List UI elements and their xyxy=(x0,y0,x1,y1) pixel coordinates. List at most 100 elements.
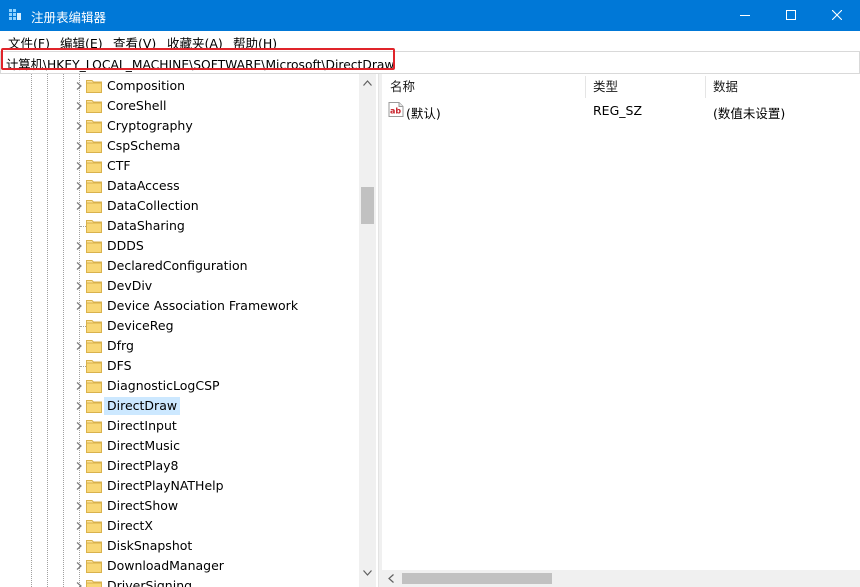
tree-item[interactable]: DownloadManager xyxy=(0,556,360,576)
chevron-right-icon[interactable] xyxy=(74,341,84,351)
value-data: (数值未设置) xyxy=(713,106,786,121)
chevron-right-icon[interactable] xyxy=(74,461,84,471)
chevron-right-icon[interactable] xyxy=(74,281,84,291)
chevron-right-icon[interactable] xyxy=(74,101,84,111)
folder-icon xyxy=(86,240,102,253)
folder-icon xyxy=(86,140,102,153)
tree-item[interactable]: Composition xyxy=(0,76,360,96)
tree-item[interactable]: CspSchema xyxy=(0,136,360,156)
chevron-right-icon[interactable] xyxy=(74,141,84,151)
chevron-right-icon[interactable] xyxy=(74,541,84,551)
tree-item[interactable]: DirectPlayNATHelp xyxy=(0,476,360,496)
chevron-right-icon[interactable] xyxy=(74,241,84,251)
tree-item[interactable]: DataAccess xyxy=(0,176,360,196)
tree-item[interactable]: DirectMusic xyxy=(0,436,360,456)
tree-item-label: Dfrg xyxy=(107,338,134,353)
close-icon xyxy=(832,10,842,20)
tree-item[interactable]: DiskSnapshot xyxy=(0,536,360,556)
chevron-right-icon[interactable] xyxy=(74,501,84,511)
tree-item[interactable]: DFS xyxy=(0,356,360,376)
value-name: (默认) xyxy=(406,106,441,121)
folder-icon xyxy=(86,520,102,533)
folder-icon xyxy=(86,280,102,293)
chevron-right-icon[interactable] xyxy=(74,381,84,391)
tree-item-label: DirectMusic xyxy=(107,438,180,453)
chevron-right-icon[interactable] xyxy=(74,161,84,171)
tree-item-label: DiskSnapshot xyxy=(107,538,193,553)
registry-tree[interactable]: Composition CoreShell Cryptography CspSchem… xyxy=(0,74,378,587)
tree-item[interactable]: DirectX xyxy=(0,516,360,536)
registry-value-row[interactable]: ab (默认) REG_SZ (数值未设置) xyxy=(382,100,860,121)
close-button[interactable] xyxy=(814,0,860,31)
list-scroll-thumb[interactable] xyxy=(402,573,552,584)
tree-item[interactable]: DriverSigning xyxy=(0,576,360,587)
chevron-right-icon[interactable] xyxy=(74,401,84,411)
scroll-left-arrow-icon[interactable] xyxy=(388,574,394,583)
tree-item[interactable]: DevDiv xyxy=(0,276,360,296)
tree-item[interactable]: DirectPlay8 xyxy=(0,456,360,476)
window-title: 注册表编辑器 xyxy=(31,10,107,25)
chevron-right-icon[interactable] xyxy=(74,521,84,531)
folder-icon xyxy=(86,380,102,393)
folder-icon xyxy=(86,80,102,93)
folder-icon xyxy=(86,440,102,453)
chevron-right-icon[interactable] xyxy=(74,121,84,131)
tree-item-label: DirectPlay8 xyxy=(107,458,179,473)
scroll-down-arrow-icon[interactable] xyxy=(363,570,372,576)
folder-icon xyxy=(86,560,102,573)
column-header-type[interactable]: 类型 xyxy=(585,74,705,100)
folder-icon xyxy=(86,360,102,373)
tree-item-label: CoreShell xyxy=(107,98,167,113)
tree-item[interactable]: DeclaredConfiguration xyxy=(0,256,360,276)
tree-item[interactable]: DirectInput xyxy=(0,416,360,436)
tree-item[interactable]: DiagnosticLogCSP xyxy=(0,376,360,396)
folder-icon xyxy=(86,400,102,413)
tree-item[interactable]: Cryptography xyxy=(0,116,360,136)
value-type: REG_SZ xyxy=(593,103,643,118)
tree-item[interactable]: DDDS xyxy=(0,236,360,256)
maximize-button[interactable] xyxy=(768,0,814,31)
tree-item[interactable]: DataCollection xyxy=(0,196,360,216)
chevron-right-icon[interactable] xyxy=(74,301,84,311)
chevron-right-icon[interactable] xyxy=(74,481,84,491)
tree-scroll-thumb[interactable] xyxy=(361,187,374,224)
tree-item[interactable]: Dfrg xyxy=(0,336,360,356)
tree-item-label: DevDiv xyxy=(107,278,153,293)
tree-item[interactable]: DataSharing xyxy=(0,216,360,236)
tree-item[interactable]: Device Association Framework xyxy=(0,296,360,316)
scroll-up-arrow-icon[interactable] xyxy=(363,80,372,86)
tree-item[interactable]: CoreShell xyxy=(0,96,360,116)
tree-item-label: DriverSigning xyxy=(107,578,193,587)
tree-item-label: Device Association Framework xyxy=(107,298,299,313)
chevron-right-icon[interactable] xyxy=(74,261,84,271)
folder-icon xyxy=(86,500,102,513)
tree-item[interactable]: DirectShow xyxy=(0,496,360,516)
folder-icon xyxy=(86,300,102,313)
list-horizontal-scrollbar[interactable] xyxy=(382,570,860,587)
chevron-right-icon[interactable] xyxy=(74,581,84,587)
folder-icon xyxy=(86,580,102,587)
tree-item-label: DDDS xyxy=(107,238,144,253)
folder-icon xyxy=(86,540,102,553)
tree-item[interactable]: DeviceReg xyxy=(0,316,360,336)
chevron-right-icon[interactable] xyxy=(74,81,84,91)
chevron-right-icon[interactable] xyxy=(74,421,84,431)
folder-icon xyxy=(86,160,102,173)
tree-vertical-scrollbar[interactable] xyxy=(359,74,376,587)
column-header-name[interactable]: 名称 xyxy=(382,74,585,100)
chevron-right-icon[interactable] xyxy=(74,441,84,451)
chevron-right-icon[interactable] xyxy=(74,181,84,191)
tree-item-label: DirectPlayNATHelp xyxy=(107,478,224,493)
tree-item-label: CspSchema xyxy=(107,138,181,153)
folder-icon xyxy=(86,340,102,353)
tree-item-label: DiagnosticLogCSP xyxy=(107,378,220,393)
column-header-data[interactable]: 数据 xyxy=(705,74,860,100)
chevron-right-icon[interactable] xyxy=(74,561,84,571)
string-value-icon: ab xyxy=(388,102,404,117)
values-list[interactable]: 名称 类型 数据 ab (默认) REG_SZ (数值未设置) xyxy=(382,74,860,587)
folder-icon xyxy=(86,420,102,433)
tree-item[interactable]: DirectDraw xyxy=(0,396,360,416)
chevron-right-icon[interactable] xyxy=(74,201,84,211)
minimize-button[interactable] xyxy=(722,0,768,31)
tree-item[interactable]: CTF xyxy=(0,156,360,176)
